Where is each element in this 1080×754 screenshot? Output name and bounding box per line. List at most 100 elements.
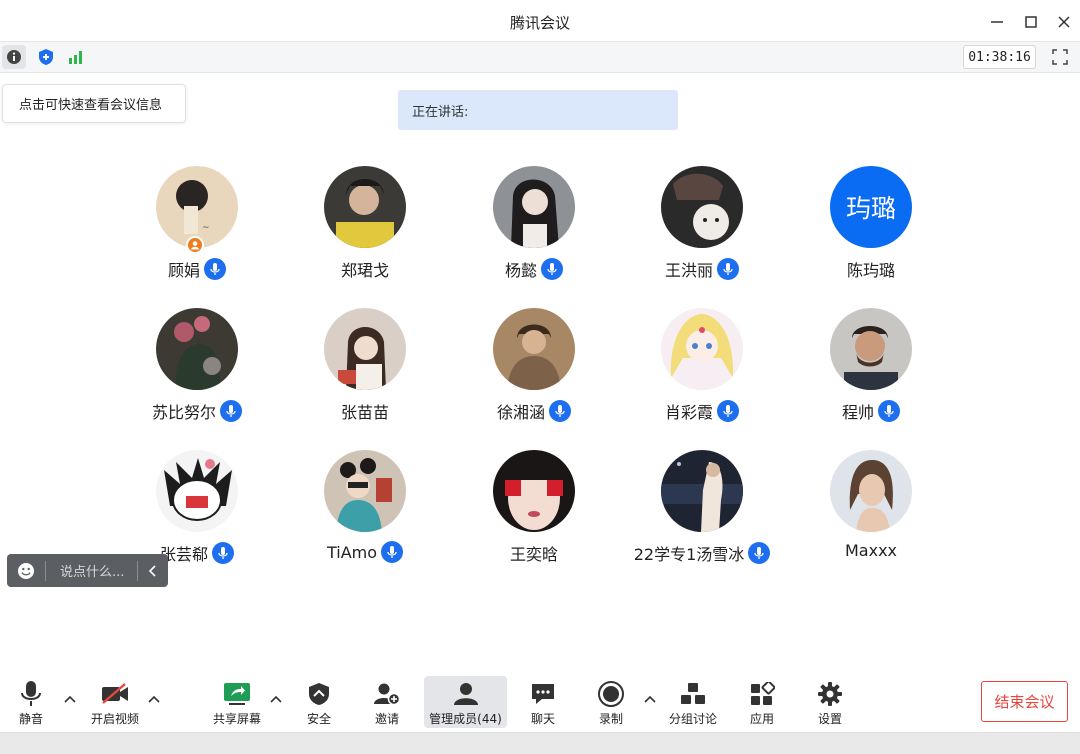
participant-name: 顾娟 (167, 261, 200, 280)
avatar (493, 166, 575, 248)
signal-bars-icon (69, 51, 82, 64)
invite-button[interactable]: 邀请 (366, 676, 408, 728)
host-icon (186, 236, 204, 254)
apps-grid-icon (751, 682, 775, 705)
audio-options-caret[interactable] (63, 692, 77, 706)
participant-name-row: 杨懿 (453, 257, 615, 281)
meeting-info-tooltip: 点击可快速查看会议信息 (2, 84, 186, 123)
mic-icon (748, 542, 771, 564)
quick-chat-box[interactable]: 说点什么... (7, 554, 168, 587)
network-signal-button[interactable] (64, 45, 88, 69)
participant-tile[interactable]: 杨懿 (453, 166, 613, 296)
participant-name: 程帅 (841, 403, 874, 422)
breakout-rooms-button[interactable]: 分组讨论 (664, 676, 722, 728)
participant-tile[interactable]: 22学专1汤雪冰 (621, 450, 781, 580)
participant-name: 郑珺戈 (340, 261, 389, 280)
participant-tile[interactable]: 郑珺戈 (284, 166, 444, 296)
meeting-info-bar: 01:38:16 (0, 42, 1080, 73)
maximize-button[interactable] (1018, 9, 1044, 35)
participant-tile[interactable]: TiAmo (284, 450, 444, 580)
mute-button[interactable]: 静音 (10, 676, 52, 728)
maximize-icon (1025, 16, 1037, 28)
avatar (493, 450, 575, 532)
mic-icon (381, 541, 404, 563)
participant-name-row: 张苗苗 (284, 399, 446, 423)
mic-icon (717, 400, 739, 422)
title-bar: 腾讯会议 (0, 0, 1080, 42)
security-status-button[interactable] (34, 45, 58, 69)
shield-icon (309, 683, 329, 705)
participant-tile[interactable]: 肖彩霞 (621, 308, 781, 438)
participant-name-row: TiAmo (284, 541, 446, 563)
participant-name: 肖彩霞 (664, 403, 713, 422)
share-screen-button[interactable]: 共享屏幕 (206, 676, 268, 728)
gear-icon (818, 682, 842, 706)
participant-name: 陈玙璐 (846, 261, 895, 280)
participant-tile[interactable]: 程帅 (790, 308, 950, 438)
participant-name-row: 程帅 (790, 399, 952, 423)
chevron-up-icon (644, 695, 656, 703)
participant-tile[interactable]: 王洪丽 (621, 166, 781, 296)
avatar (156, 450, 238, 532)
avatar (661, 450, 743, 532)
participant-name-row: 22学专1汤雪冰 (621, 541, 783, 565)
end-meeting-button[interactable]: 结束会议 (981, 681, 1068, 722)
svg-text:~: ~ (202, 223, 210, 233)
avatar (661, 166, 743, 248)
apps-button[interactable]: 应用 (741, 676, 783, 728)
participant-name: 22学专1汤雪冰 (633, 545, 745, 564)
collapse-chat-button[interactable] (138, 564, 168, 577)
participant-tile[interactable]: 张苗苗 (284, 308, 444, 438)
shield-icon (39, 49, 53, 65)
avatar (830, 450, 912, 532)
participant-tile[interactable]: Maxxx (790, 450, 950, 580)
participant-tile[interactable]: 徐湘涵 (453, 308, 613, 438)
mic-icon (220, 400, 242, 422)
avatar (324, 450, 406, 532)
participant-tile[interactable]: 玙璐 陈玙璐 (790, 166, 950, 296)
participant-name-row: Maxxx (790, 541, 952, 560)
minimize-button[interactable] (984, 9, 1010, 35)
participant-name-row: 王洪丽 (621, 257, 783, 281)
participant-name-row: 陈玙璐 (790, 257, 952, 281)
participant-name-row: 王奕晗 (453, 541, 615, 565)
participant-tile[interactable]: 王奕晗 (453, 450, 613, 580)
chevron-left-icon (148, 564, 156, 577)
participant-name-row: 徐湘涵 (453, 399, 615, 423)
taskbar-strip (0, 732, 1080, 754)
emoji-icon[interactable] (7, 562, 45, 580)
share-screen-icon (224, 683, 250, 705)
video-options-caret[interactable] (147, 692, 161, 706)
security-button[interactable]: 安全 (298, 676, 340, 728)
participant-name-row: 郑珺戈 (284, 257, 446, 281)
share-options-caret[interactable] (269, 692, 283, 706)
chat-button[interactable]: 聊天 (522, 676, 564, 728)
mic-icon (549, 400, 571, 422)
manage-members-button[interactable]: 管理成员(44) (424, 676, 507, 728)
chat-input-placeholder[interactable]: 说点什么... (46, 561, 137, 580)
participant-name: Maxxx (844, 541, 897, 560)
add-user-icon (374, 683, 400, 706)
participant-tile[interactable]: 苏比努尔 (116, 308, 276, 438)
video-off-icon (102, 683, 128, 704)
participant-name: 杨懿 (504, 261, 537, 280)
participant-tile[interactable]: ~ 顾娟 (116, 166, 276, 296)
start-video-button[interactable]: 开启视频 (84, 676, 146, 728)
participant-name: 苏比努尔 (151, 403, 216, 422)
settings-button[interactable]: 设置 (809, 676, 851, 728)
meeting-info-button[interactable] (2, 45, 26, 69)
record-options-caret[interactable] (643, 692, 657, 706)
participant-name: 张苗苗 (340, 403, 389, 422)
avatar (661, 308, 743, 390)
chat-bubble-icon (532, 684, 554, 704)
close-button[interactable] (1051, 9, 1077, 35)
fullscreen-button[interactable] (1047, 45, 1073, 69)
mic-icon (541, 258, 563, 280)
mic-icon (717, 258, 739, 280)
participant-name-row: 顾娟 (116, 257, 278, 281)
info-icon (7, 50, 21, 64)
avatar-initials: 玙璐 (830, 166, 912, 248)
participant-name: 徐湘涵 (496, 403, 545, 422)
chevron-up-icon (148, 695, 160, 703)
record-button[interactable]: 录制 (590, 676, 632, 728)
